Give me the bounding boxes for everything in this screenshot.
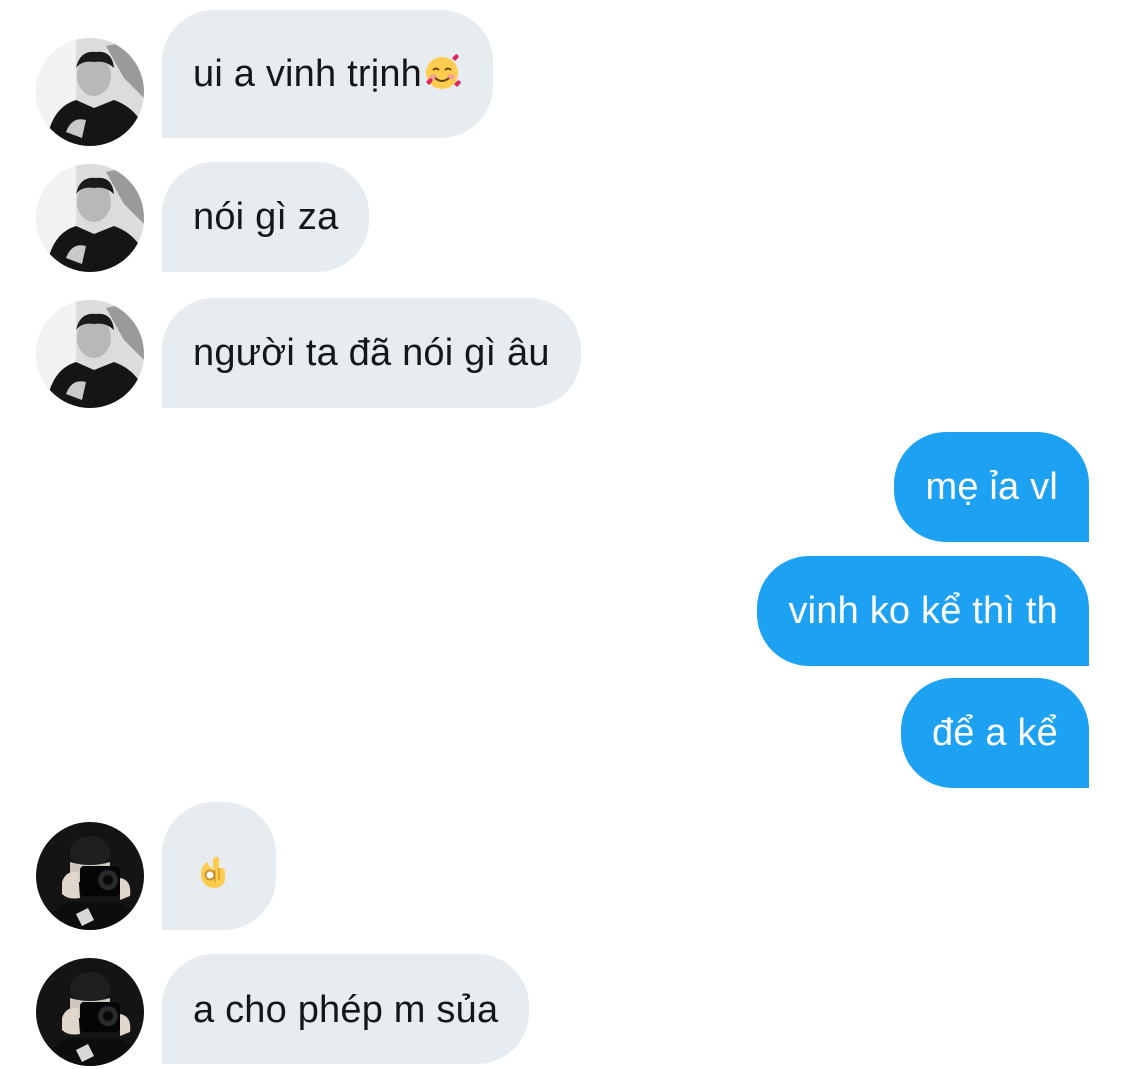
message-row: mẹ ỉa vl <box>0 432 1125 542</box>
message-row: để a kể <box>0 678 1125 788</box>
incoming-message-bubble[interactable]: người ta đã nói gì âu <box>162 298 581 408</box>
outgoing-message-bubble[interactable]: mẹ ỉa vl <box>894 432 1089 542</box>
avatar[interactable] <box>36 822 144 930</box>
avatar-photo-icon <box>36 300 144 408</box>
message-text: nói gì za <box>193 196 339 238</box>
outgoing-message-bubble[interactable]: để a kể <box>900 678 1089 788</box>
outgoing-message-bubble[interactable]: vinh ko kể thì th <box>757 556 1089 666</box>
message-text: a cho phép m sủa <box>193 989 499 1031</box>
avatar[interactable] <box>36 38 144 146</box>
avatar[interactable] <box>36 958 144 1066</box>
incoming-message-bubble[interactable] <box>162 802 276 930</box>
avatar-photo-icon <box>36 822 144 930</box>
message-row: ui a vinh trịnh <box>0 10 1125 146</box>
avatar-photo-icon <box>36 38 144 146</box>
message-text: người ta đã nói gì âu <box>193 332 550 374</box>
ok-hand-icon <box>193 852 233 892</box>
incoming-message-bubble[interactable]: ui a vinh trịnh <box>162 10 494 138</box>
avatar-photo-icon <box>36 958 144 1066</box>
avatar[interactable] <box>36 164 144 272</box>
message-row: người ta đã nói gì âu <box>0 298 1125 408</box>
incoming-message-bubble[interactable]: a cho phép m sủa <box>162 954 530 1064</box>
message-text: vinh ko kể thì th <box>788 590 1058 632</box>
avatar-photo-icon <box>36 164 144 272</box>
incoming-message-bubble[interactable]: nói gì za <box>162 162 370 272</box>
smiling-face-with-hearts-icon <box>422 52 462 92</box>
message-text: mẹ ỉa vl <box>925 466 1058 508</box>
message-row: a cho phép m sủa <box>0 954 1125 1066</box>
message-text: ui a vinh trịnh <box>193 53 423 95</box>
message-row: nói gì za <box>0 162 1125 272</box>
message-row <box>0 802 1125 930</box>
avatar[interactable] <box>36 300 144 408</box>
message-row: vinh ko kể thì th <box>0 556 1125 666</box>
message-text: để a kể <box>931 712 1058 754</box>
